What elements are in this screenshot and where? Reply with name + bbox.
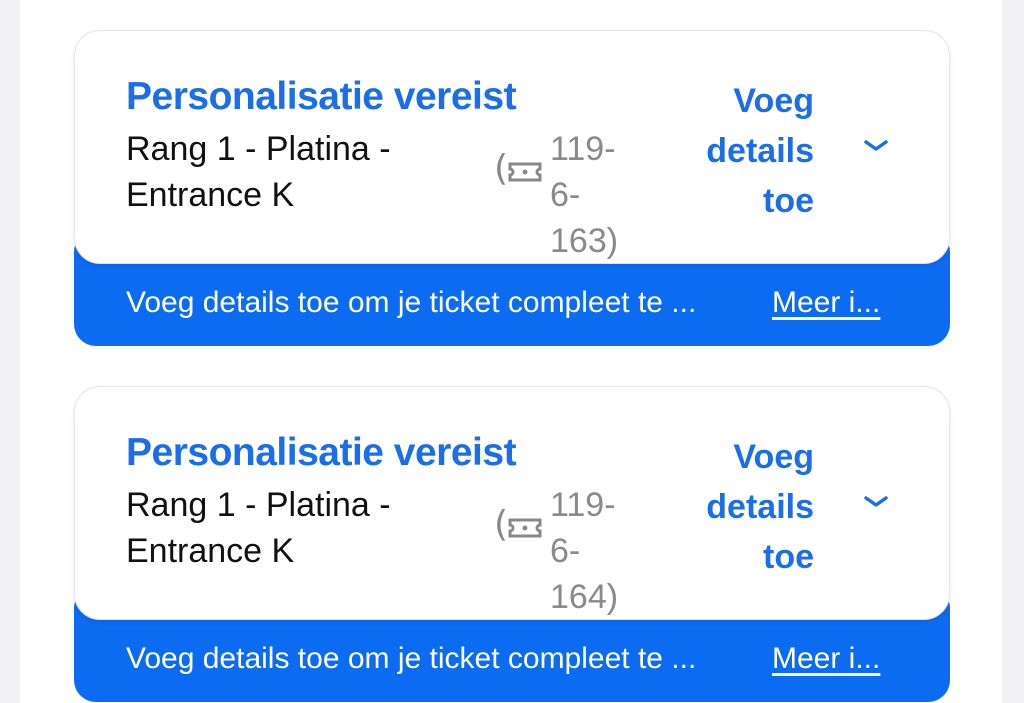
add-details-button[interactable]: Voeg details toe <box>678 76 814 226</box>
seat-entrance-line: Entrance K <box>126 176 295 214</box>
personalisation-status: Personalisatie vereist <box>126 75 517 118</box>
seat-number-line: 163) <box>550 222 619 260</box>
chevron-down-icon[interactable] <box>862 138 890 154</box>
more-info-link[interactable]: Meer i... <box>772 642 880 676</box>
seat-number-line: 164) <box>550 578 619 616</box>
personalisation-status: Personalisatie vereist <box>126 431 517 474</box>
add-details-label: details <box>706 132 814 170</box>
seat-category-line: Rang 1 - Platina - <box>126 486 391 524</box>
banner-message: Voeg details toe om je ticket compleet t… <box>126 642 697 675</box>
seat-id-paren: ( <box>494 504 509 545</box>
seat-number-line: 119-6- <box>550 130 616 214</box>
chevron-down-icon[interactable] <box>862 494 890 510</box>
ticket-icon <box>508 162 542 182</box>
seat-category: Rang 1 - Platina - Entrance K <box>126 482 446 574</box>
seat-category-line: Rang 1 - Platina - <box>126 130 391 168</box>
add-details-button[interactable]: Voeg details toe <box>678 432 814 582</box>
add-details-label: details <box>706 488 814 526</box>
ticket-icon <box>508 518 542 538</box>
seat-number: 119-6- 164) <box>550 482 644 620</box>
seat-category: Rang 1 - Platina - Entrance K <box>126 126 446 218</box>
seat-identifier: ( 119-6- 164) <box>494 482 644 616</box>
add-details-label: Voeg <box>733 438 814 476</box>
seat-number: 119-6- 163) <box>550 126 644 264</box>
add-details-label: toe <box>763 182 814 220</box>
seat-number-line: 119-6- <box>550 486 616 570</box>
seat-identifier: ( 119-6- 163) <box>494 126 644 260</box>
seat-entrance-line: Entrance K <box>126 532 295 570</box>
add-details-label: toe <box>763 538 814 576</box>
seat-id-paren: ( <box>494 148 509 189</box>
add-details-label: Voeg <box>733 82 814 120</box>
banner-message: Voeg details toe om je ticket compleet t… <box>126 286 697 319</box>
more-info-link[interactable]: Meer i... <box>772 286 880 320</box>
